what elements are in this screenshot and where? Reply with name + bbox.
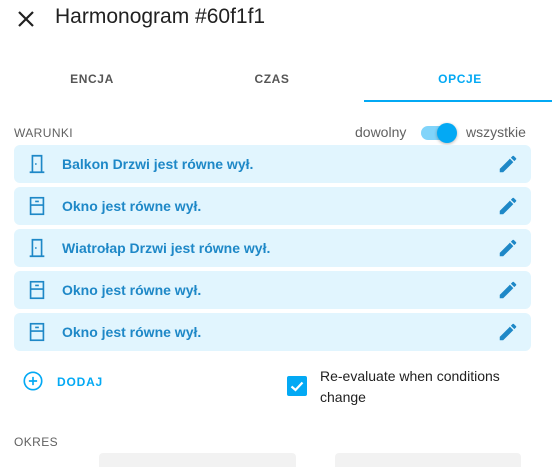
close-button[interactable] (14, 7, 38, 31)
condition-row[interactable]: Okno jest równe wył. (14, 187, 531, 225)
pencil-icon[interactable] (497, 195, 519, 217)
condition-mode-toggle-row: dowolny wszystkie (0, 122, 552, 144)
pencil-icon[interactable] (497, 237, 519, 259)
window-icon (29, 280, 45, 300)
door-icon (29, 154, 45, 174)
toggle-label-any: dowolny (355, 124, 407, 140)
reevaluate-label[interactable]: Re-evaluate when conditions change (320, 366, 535, 408)
toggle-label-all: wszystkie (466, 124, 526, 140)
dialog-title: Harmonogram #60f1f1 (55, 5, 266, 28)
period-start-field[interactable] (99, 453, 296, 467)
condition-text: Okno jest równe wył. (62, 324, 202, 340)
condition-row[interactable]: Okno jest równe wył. (14, 313, 531, 351)
switch-thumb[interactable] (437, 123, 457, 143)
period-section-label: OKRES (14, 435, 59, 449)
pencil-icon[interactable] (497, 153, 519, 175)
condition-mode-switch[interactable] (419, 122, 457, 144)
plus-circle-icon[interactable] (22, 370, 44, 392)
tab-bar: ENCJA CZAS OPCJE (0, 56, 552, 102)
pencil-icon[interactable] (497, 321, 519, 343)
condition-text: Balkon Drzwi jest równe wył. (62, 156, 254, 172)
conditions-list: Balkon Drzwi jest równe wył. Okno jest r… (14, 145, 531, 355)
tab-opcje[interactable]: OPCJE (368, 56, 552, 102)
condition-row[interactable]: Okno jest równe wył. (14, 271, 531, 309)
tab-encja[interactable]: ENCJA (0, 56, 184, 102)
close-icon[interactable] (14, 7, 38, 31)
add-condition-label[interactable]: DODAJ (57, 375, 103, 389)
condition-text: Okno jest równe wył. (62, 198, 202, 214)
window-icon (29, 196, 45, 216)
tab-czas[interactable]: CZAS (180, 56, 364, 102)
window-icon (29, 322, 45, 342)
condition-text: Okno jest równe wył. (62, 282, 202, 298)
door-icon (29, 238, 45, 258)
condition-text: Wiatrołap Drzwi jest równe wył. (62, 240, 271, 256)
condition-row[interactable]: Balkon Drzwi jest równe wył. (14, 145, 531, 183)
dialog-header: Harmonogram #60f1f1 (0, 0, 552, 40)
pencil-icon[interactable] (497, 279, 519, 301)
period-end-field[interactable] (335, 453, 521, 467)
reevaluate-checkbox[interactable] (287, 376, 307, 396)
active-tab-indicator (364, 100, 552, 102)
check-icon (290, 381, 304, 392)
condition-row[interactable]: Wiatrołap Drzwi jest równe wył. (14, 229, 531, 267)
